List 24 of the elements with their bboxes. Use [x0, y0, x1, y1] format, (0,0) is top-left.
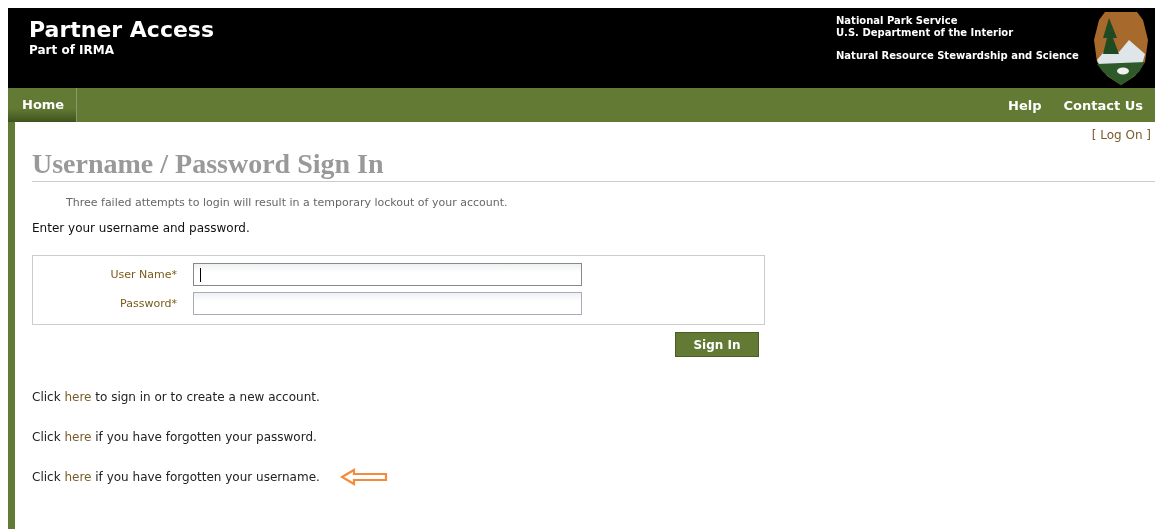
- page-heading: Username / Password Sign In: [32, 148, 1155, 182]
- agency-name: National Park Service: [836, 15, 959, 27]
- nav-link[interactable]: Help: [1008, 97, 1042, 113]
- help-sentence: Click here if you have forgotten your username.: [32, 470, 320, 484]
- here-link[interactable]: here: [64, 430, 92, 444]
- help-sentence: Click here if you have forgotten your password.: [32, 430, 317, 444]
- instruction-text: Enter your username and password.: [32, 221, 251, 235]
- input-field[interactable]: [193, 263, 582, 286]
- log-on-link[interactable]: [ Log On ]: [1091, 128, 1151, 142]
- sign-in-button[interactable]: Sign In: [675, 332, 759, 357]
- nav-tab[interactable]: Home: [8, 88, 78, 122]
- here-link[interactable]: here: [64, 470, 92, 484]
- agency-name: U.S. Department of the Interior: [836, 27, 1015, 39]
- field-label: Password*: [119, 297, 178, 310]
- site-title: Partner Access: [29, 17, 216, 43]
- arrowhead-emblem-icon: [1091, 10, 1151, 86]
- nav-link[interactable]: Contact Us: [1063, 97, 1143, 113]
- program-name: Natural Resource Stewardship and Science: [836, 50, 1080, 62]
- field-label: User Name*: [109, 268, 178, 281]
- input-field[interactable]: [193, 292, 582, 315]
- help-sentence: Click here to sign in or to create a new account.: [32, 390, 320, 404]
- here-link[interactable]: here: [64, 390, 92, 404]
- lockout-notice: Three failed attempts to login will result in a temporary lockout of your account.: [66, 196, 509, 209]
- site-subtitle: Part of IRMA: [29, 43, 115, 57]
